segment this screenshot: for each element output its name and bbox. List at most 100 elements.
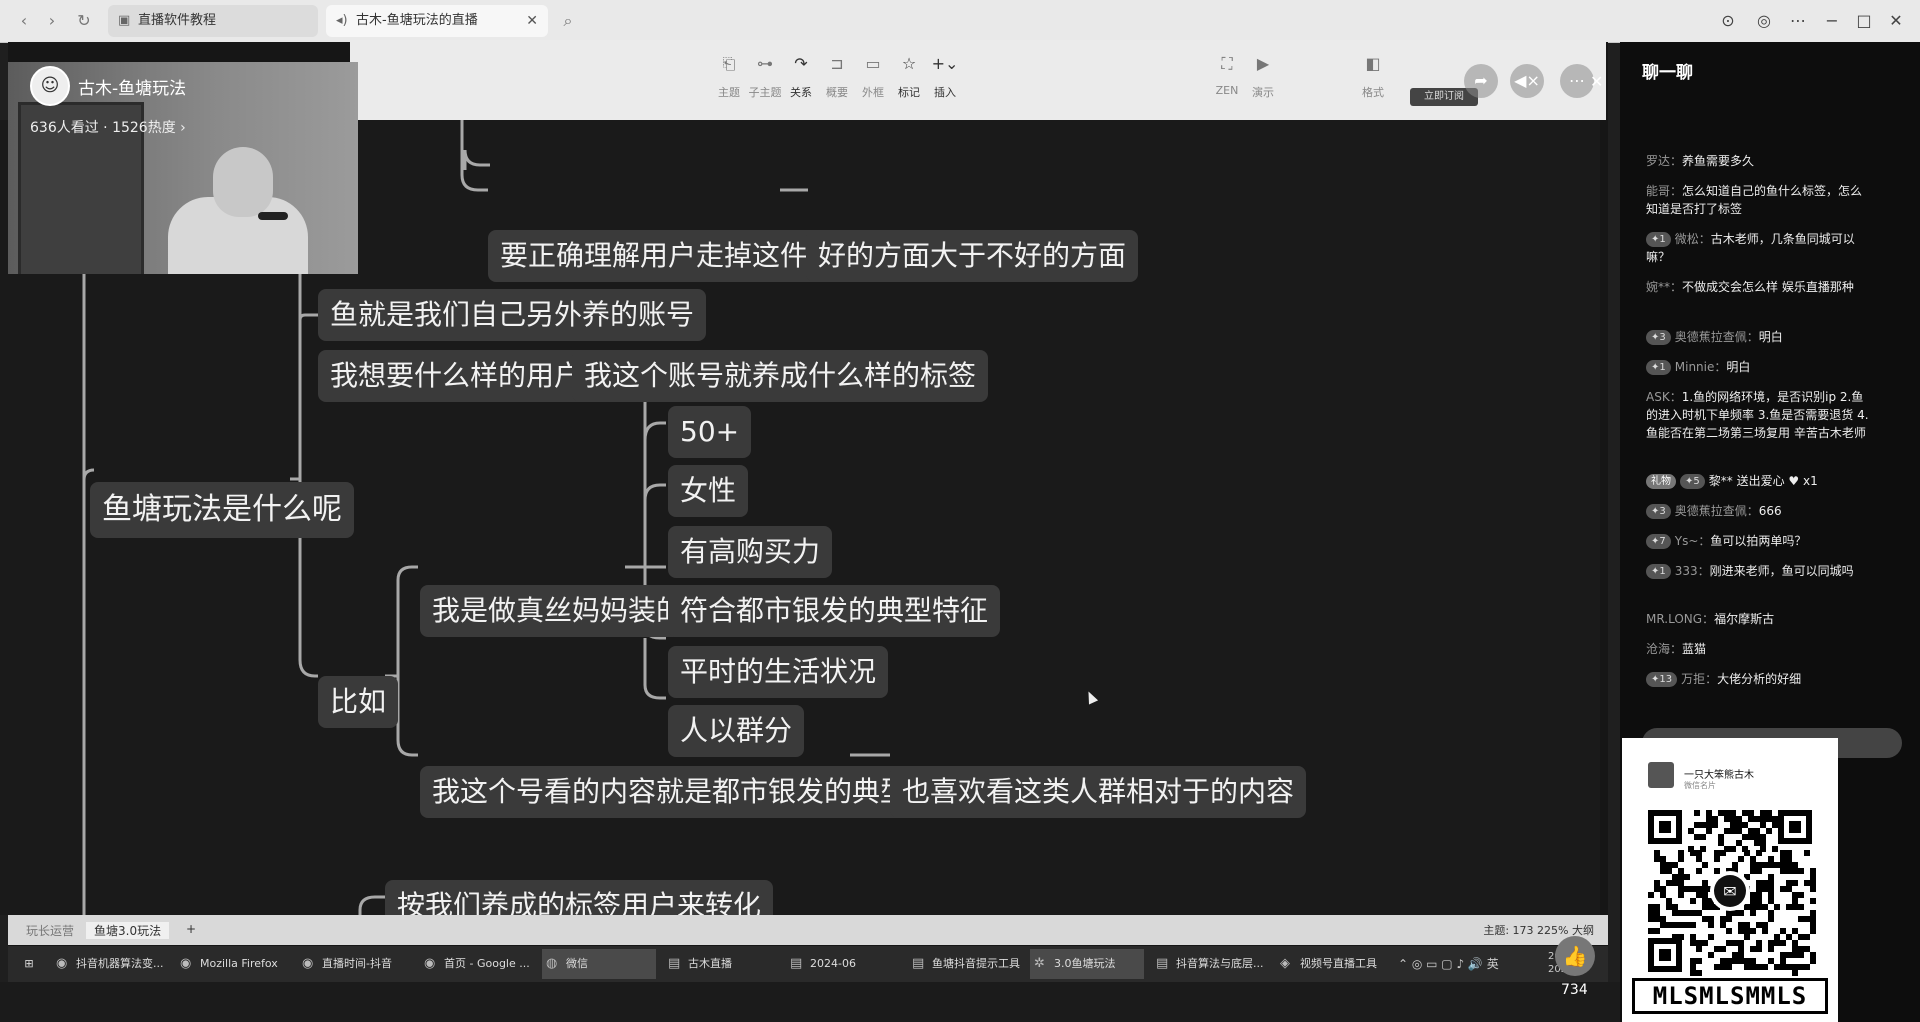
qr-contact-sub: 微信名片 (1684, 781, 1716, 790)
node-attr-50plus[interactable]: 50+ (668, 406, 752, 458)
close-window-icon[interactable]: ✕ (1884, 10, 1908, 32)
reload-icon[interactable]: ↻ (74, 11, 94, 31)
level-badge: ✦7 (1646, 534, 1671, 549)
node-for-example[interactable]: 比如 (318, 676, 399, 728)
taskbar-item[interactable]: ◉ 首页 - Google ... (420, 949, 534, 979)
node-understand-user-leaving[interactable]: 要正确理解用户走掉这件事 (488, 230, 849, 282)
firefox-icon: ◉ (180, 956, 192, 971)
close-icon[interactable]: ✕ (526, 5, 538, 37)
node-pros-outweigh-cons[interactable]: 好的方面大于不好的方面 (806, 230, 1139, 282)
sheet-tab-bar: 玩长运营 鱼塘3.0玩法 + 主题: 173 225% 大纲 (8, 915, 1608, 945)
chat-message: ASK：1.鱼的网络环境，是否识别ip 2.鱼的进入时机下单频率 3.鱼是否需要… (1646, 390, 1869, 440)
node-attr-high-purchasing[interactable]: 有高购买力 (668, 526, 833, 578)
more-options-icon[interactable]: ⋯ (1560, 64, 1594, 98)
more-icon[interactable]: ⋯ (1786, 10, 1810, 32)
viewer-info[interactable]: 636人看过 · 1526热度 › (30, 117, 186, 137)
toolbar-subtopic[interactable]: ⊶ 子主题 (748, 54, 782, 100)
svg-text:✉: ✉ (1723, 882, 1736, 901)
level-badge: ✦3 (1646, 504, 1671, 519)
app-icon: ◉ (56, 956, 68, 971)
qr-code-card: 一只大笨熊古木 微信名片 ✉ MLSMLSMMLS (1622, 738, 1838, 1022)
node-what-users-i-want[interactable]: 我想要什么样的用户 (318, 350, 595, 402)
level-badge: ✦5 (1680, 474, 1705, 489)
taskbar-item[interactable]: ◈ 视频号直播工具 (1276, 949, 1392, 979)
close-overlay-icon[interactable]: ✕ (1590, 72, 1603, 91)
fullscreen-icon: ⛶ (1221, 54, 1233, 73)
system-tray-icons[interactable]: ⌃ ◎ ▭ ▢ ♪ 🔊 英 (1398, 949, 1499, 979)
taskbar-item[interactable]: ▤ 2024-06 (786, 949, 900, 979)
node-likes-similar-content[interactable]: 也喜欢看这类人群相对于的内容 (890, 766, 1307, 818)
tab-label: 直播软件教程 (138, 13, 217, 28)
summary-icon: ⊐ (830, 54, 844, 73)
taskbar-item-active[interactable]: ◍ 微信 (542, 949, 656, 979)
chat-message: 沧海：蓝猫 (1646, 642, 1707, 656)
thumbs-up-icon[interactable]: 👍 (1555, 936, 1595, 976)
taskbar-item[interactable]: ◉直播时间-抖音电... (298, 949, 412, 1000)
toolbar-topic[interactable]: ⎗ 主题 (712, 54, 746, 100)
tab-live-stream[interactable]: ◂) 古木-鱼塘玩法的直播 ✕ (326, 5, 548, 37)
browser-toolbar: ‹ › ↻ ▣ 直播软件教程 ◂) 古木-鱼塘玩法的直播 ✕ ⌕ ⊙ ◎ ⋯ −… (0, 0, 1920, 43)
node-attr-urban-silver[interactable]: 符合都市银发的典型特征 (668, 585, 1001, 637)
minimize-icon[interactable]: − (1820, 10, 1844, 32)
download-icon[interactable]: ⊙ (1716, 10, 1740, 32)
level-badge: ✦1 (1646, 360, 1671, 375)
toolbar-format[interactable]: ◧ 格式 (1356, 54, 1390, 100)
back-icon[interactable]: ‹ (14, 11, 34, 31)
taskbar-item[interactable]: ▤ 鱼塘抖音提示工具 (908, 949, 1022, 979)
add-sheet-button[interactable]: + (186, 922, 196, 936)
chat-message: MR.LONG：福尔摩斯古 (1646, 612, 1775, 626)
toolbar-boundary[interactable]: ▭ 外框 (856, 54, 890, 100)
forward-icon[interactable]: › (42, 11, 62, 31)
boundary-icon: ▭ (865, 54, 881, 73)
toolbar-zen[interactable]: ⛶ ZEN (1210, 54, 1244, 97)
player-bottom-strip (0, 982, 1620, 1022)
taskbar-item-active[interactable]: ✲ 3.0鱼塘玩法 (1030, 949, 1144, 979)
node-root-fishpond-method[interactable]: 鱼塘玩法是什么呢 (90, 482, 354, 538)
node-example-silk-clothing[interactable]: 我是做真丝妈妈装的 (420, 585, 697, 637)
subtopic-icon: ⊶ (757, 54, 773, 73)
chat-message: ✦7 Ys~：鱼可以拍两单吗？ (1646, 532, 1874, 550)
sheet-tab-2[interactable]: 鱼塘3.0玩法 (86, 922, 170, 939)
maximize-icon[interactable]: □ (1852, 10, 1876, 32)
share-icon[interactable]: ➦ (1464, 64, 1498, 98)
speaker-icon: ◂) (336, 13, 348, 28)
node-attr-daily-life[interactable]: 平时的生活状况 (668, 646, 889, 698)
doc-icon: ▤ (912, 956, 925, 971)
like-count: 734 (1561, 982, 1588, 998)
chat-message: ✦1 333：刚进来老师，鱼可以同城吗 (1646, 562, 1874, 580)
toolbar-marker[interactable]: ☆ 标记 (892, 54, 926, 100)
mindmap-toolbar: ⎗ 主题 ⊶ 子主题 ↷ 关系 ⊐ 概要 ▭ 外框 ☆ 标记 +⌄ 插入 ⛶ ZEN ▶ 演示 ◧… (350, 40, 1606, 120)
mute-icon[interactable]: ◀× (1510, 64, 1544, 98)
heart-icon: ♥ (1788, 474, 1800, 488)
wechat-icon: ◍ (546, 956, 558, 971)
qr-contact-name: 一只大笨熊古木 (1684, 770, 1754, 781)
doc-icon: ▤ (1156, 956, 1169, 971)
toolbar-insert[interactable]: +⌄ 插入 (928, 54, 962, 100)
streamer-avatar[interactable]: ☺ (30, 66, 70, 106)
node-attr-birds-of-feather[interactable]: 人以群分 (668, 705, 805, 757)
qr-avatar (1648, 762, 1674, 788)
tab-live-tutorial[interactable]: ▣ 直播软件教程 (108, 5, 318, 37)
sheet-tab-1[interactable]: 玩长运营 (26, 922, 74, 939)
tab-label: 古木-鱼塘玩法的直播 (356, 13, 478, 28)
topic-icon: ⎗ (722, 54, 736, 73)
streamer-name[interactable]: 古木-鱼塘玩法 (78, 74, 186, 99)
search-icon[interactable]: ⌕ (558, 11, 578, 31)
toolbar-present[interactable]: ▶ 演示 (1246, 54, 1280, 100)
node-account-builds-tags[interactable]: 我这个账号就养成什么样的标签 (572, 350, 989, 402)
taskbar-item[interactable]: ◉ Mozilla Firefox (176, 949, 290, 979)
toolbar-summary[interactable]: ⊐ 概要 (820, 54, 854, 100)
windows-taskbar: ⊞ ◉抖音机器算法变... ◉Mozilla Firefox ◉直播时间-抖音电… (8, 946, 1608, 1000)
chat-message: 罗达：养鱼需要多久 (1646, 154, 1755, 168)
taskbar-item[interactable]: ▤ 抖音算法与底层... (1152, 949, 1268, 979)
node-fish-is-own-account[interactable]: 鱼就是我们自己另外养的账号 (318, 289, 707, 341)
taskbar-item[interactable]: ◉ 抖音机器算法变... (52, 949, 168, 979)
node-attr-female[interactable]: 女性 (668, 465, 749, 517)
start-icon[interactable]: ⊞ (14, 949, 44, 979)
taskbar-item[interactable]: ▤ 古木直播 (664, 949, 778, 979)
format-icon: ◧ (1365, 54, 1381, 73)
level-badge: ✦1 (1646, 564, 1671, 579)
toolbar-relation[interactable]: ↷ 关系 (784, 54, 818, 100)
node-convert-tagged-users[interactable]: 按我们养成的标签用户来转化 (385, 880, 774, 915)
globe-icon[interactable]: ◎ (1752, 10, 1776, 32)
